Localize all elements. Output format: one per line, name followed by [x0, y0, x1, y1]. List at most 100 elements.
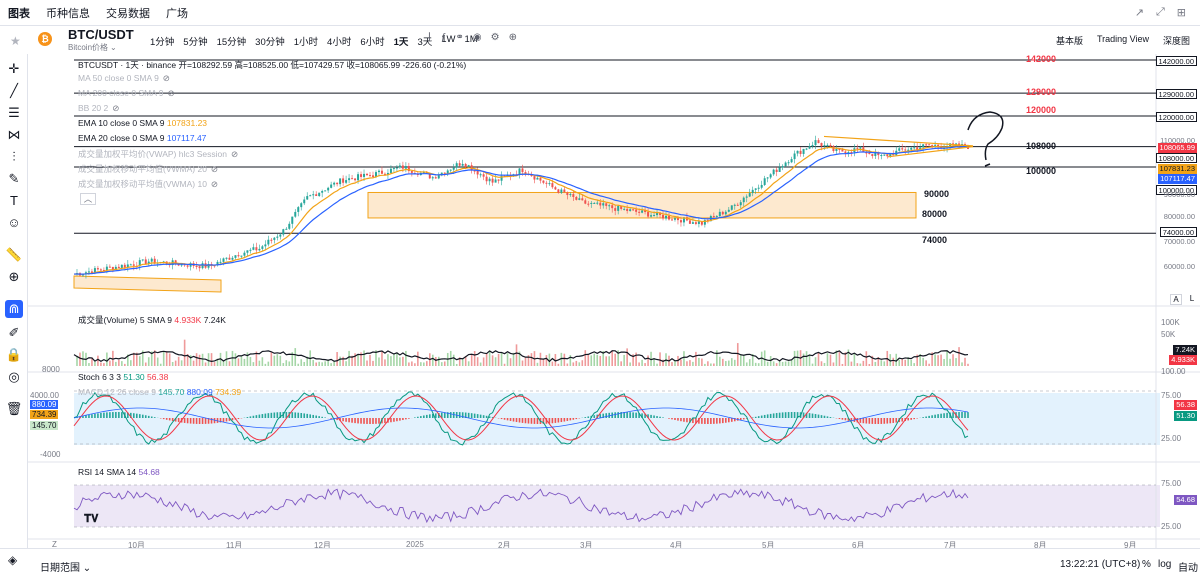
vwma10-legend[interactable]: 成交量加权移动平均值(VWMA) 10 ⊘: [78, 178, 218, 190]
candle-body: [479, 174, 482, 176]
brush-icon[interactable]: ✎: [5, 170, 23, 188]
volume-bar: [656, 363, 658, 366]
tab-trading-data[interactable]: 交易数据: [106, 5, 150, 21]
pattern-icon[interactable]: ⋈: [5, 126, 23, 144]
add-icon[interactable]: ⊕: [509, 32, 517, 43]
stoch-legend[interactable]: Stoch 6 3 3 51.30 56.38: [78, 372, 168, 382]
popout-icon[interactable]: ↗: [1135, 6, 1144, 19]
horizontal-lines-icon[interactable]: ☰: [5, 104, 23, 122]
eye-icon[interactable]: ⊘: [211, 164, 218, 174]
ruler-icon[interactable]: 📏: [5, 246, 23, 264]
auto-toggle[interactable]: 自动: [1178, 559, 1198, 574]
eye-icon[interactable]: ⊘: [163, 73, 170, 83]
lock-icon[interactable]: 🔒: [5, 346, 23, 364]
macd-pane-bg: [74, 393, 1160, 445]
candle-body: [578, 198, 581, 200]
trendline-icon[interactable]: ╱: [5, 82, 23, 100]
volume-bar: [165, 351, 168, 366]
magnet-icon[interactable]: ⋒: [5, 300, 23, 318]
clock-timezone[interactable]: 13:22:21 (UTC+8): [1060, 559, 1140, 570]
interval-5m[interactable]: 5分钟: [183, 34, 207, 48]
log-toggle[interactable]: log: [1158, 559, 1171, 570]
macd-histogram-bar: [426, 414, 428, 418]
text-tool-icon[interactable]: T: [5, 192, 23, 210]
draw-mode-icon[interactable]: ✐: [5, 324, 23, 342]
view-depth[interactable]: 深度图: [1163, 34, 1190, 47]
candle-body: [312, 194, 315, 196]
eye-icon[interactable]: ⊘: [112, 103, 119, 113]
favorite-star-icon[interactable]: ★: [10, 34, 21, 48]
macd-legend[interactable]: MACD 12 26 close 9 145.70 880.09 734.39: [78, 387, 241, 397]
symbol-subtitle[interactable]: Bitcoin价格 ⌄: [68, 42, 117, 53]
compare-icon[interactable]: ⚭: [455, 32, 463, 43]
volume-bar: [925, 360, 927, 366]
auto-scale-button[interactable]: A: [1170, 294, 1182, 305]
macd-histogram-bar: [662, 417, 664, 418]
interval-1d[interactable]: 1天: [394, 34, 409, 48]
interval-15m[interactable]: 15分钟: [217, 34, 247, 48]
vwma20-legend[interactable]: 成交量加权移动平均值(VWMA) 20 ⊘: [78, 163, 218, 175]
collapse-legend-icon[interactable]: ︿: [80, 193, 96, 205]
candle-body: [817, 140, 820, 144]
volume-tick: 100K: [1161, 318, 1180, 327]
candle-body: [796, 150, 799, 154]
view-tradingview[interactable]: Trading View: [1097, 34, 1149, 47]
fib-icon[interactable]: ⫶: [5, 148, 23, 166]
indicators-icon[interactable]: ƒ: [441, 32, 447, 43]
interval-1h[interactable]: 1小时: [294, 34, 318, 48]
log-scale-button[interactable]: L: [1186, 294, 1198, 303]
crosshair-icon[interactable]: ✛: [5, 60, 23, 78]
tab-square[interactable]: 广场: [166, 5, 188, 21]
zoom-in-icon[interactable]: ⊕: [5, 268, 23, 286]
volume-bar: [273, 355, 276, 366]
visibility-eye-icon[interactable]: ◎: [5, 368, 23, 386]
emoji-icon[interactable]: ☺: [5, 214, 23, 232]
candle-body: [536, 177, 539, 180]
ma50-legend[interactable]: MA 50 close 0 SMA 9 ⊘: [78, 73, 170, 84]
macd-histogram-bar: [354, 418, 356, 424]
date-range-button[interactable]: 日期范围 ⌄: [40, 559, 91, 574]
chart-canvas[interactable]: 𝐓𝐕: [28, 54, 1200, 548]
interval-6h[interactable]: 6小时: [360, 34, 384, 48]
layout-icon[interactable]: ⊞: [1177, 6, 1186, 19]
rsi-legend[interactable]: RSI 14 SMA 14 54.68: [78, 467, 160, 477]
chart-type-icon[interactable]: ⌊: [428, 32, 432, 43]
macd-histogram-bar: [617, 412, 619, 418]
macd-histogram-bar: [88, 414, 90, 418]
layers-icon[interactable]: ◈: [8, 553, 17, 567]
tab-coin-info[interactable]: 币种信息: [46, 5, 90, 21]
candle-body: [452, 167, 455, 170]
macd-histogram-bar: [408, 418, 410, 419]
view-basic[interactable]: 基本版: [1056, 34, 1083, 47]
candle-body: [623, 208, 626, 210]
symbol-name[interactable]: BTC/USDT: [68, 27, 134, 42]
price-tag: 90000.00: [1163, 190, 1195, 199]
interval-4h[interactable]: 4小时: [327, 34, 351, 48]
tab-chart[interactable]: 图表: [8, 5, 30, 21]
candle-body: [805, 148, 808, 150]
interval-30m[interactable]: 30分钟: [255, 34, 285, 48]
snapshot-icon[interactable]: ◉: [473, 32, 482, 43]
ema10-legend[interactable]: EMA 10 close 0 SMA 9 107831.23: [78, 118, 207, 128]
ema20-legend[interactable]: EMA 20 close 0 SMA 9 107117.47: [78, 133, 206, 143]
eye-icon[interactable]: ⊘: [168, 88, 175, 98]
ma200-legend[interactable]: MA 200 close 0 SMA 9 ⊘: [78, 88, 175, 99]
vwap-legend[interactable]: 成交量加权平均价(VWAP) hlc3 Session ⊘: [78, 148, 238, 160]
chart-area[interactable]: 𝐓𝐕 BTCUSDT · 1天 · binance 开=108292.59 高=…: [28, 54, 1200, 550]
interval-1m[interactable]: 1分钟: [150, 34, 174, 48]
fullscreen-icon[interactable]: ⤢: [1156, 6, 1165, 19]
eye-icon[interactable]: ⊘: [231, 149, 238, 159]
volume-bar: [249, 356, 252, 366]
trash-icon[interactable]: 🗑: [5, 400, 23, 418]
bb-legend[interactable]: BB 20 2 ⊘: [78, 103, 119, 114]
volume-bar: [503, 363, 506, 366]
candle-body: [455, 163, 458, 168]
candle-body: [482, 174, 485, 177]
volume-legend[interactable]: 成交量(Volume) 5 SMA 9 4.933K 7.24K: [78, 314, 226, 326]
macd-histogram-bar: [252, 415, 255, 418]
macd-histogram-bar: [378, 418, 380, 424]
settings-gear-icon[interactable]: ⚙: [491, 32, 500, 43]
macd-histogram-bar: [677, 418, 679, 421]
eye-icon[interactable]: ⊘: [211, 179, 218, 189]
percent-scale-button[interactable]: %: [1142, 559, 1151, 570]
